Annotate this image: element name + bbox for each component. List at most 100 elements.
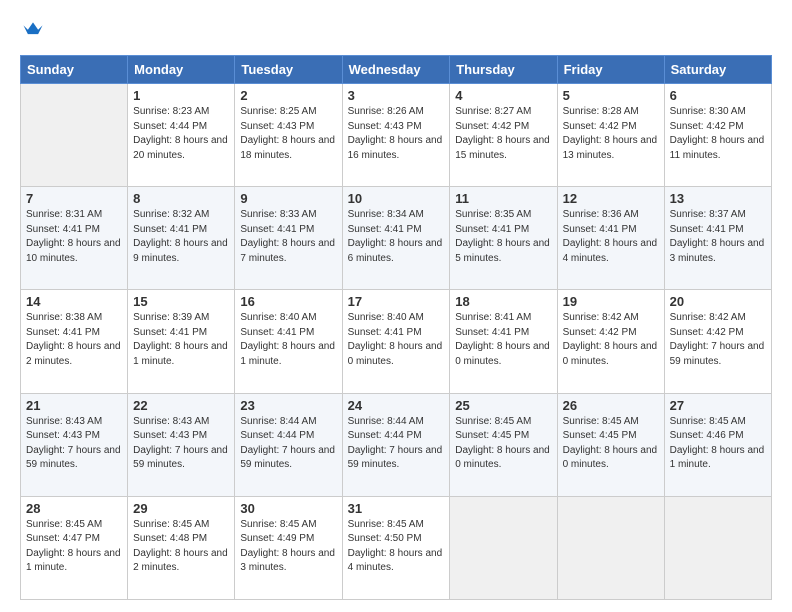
- day-number: 24: [348, 398, 445, 413]
- day-info: Sunrise: 8:23 AMSunset: 4:44 PMDaylight:…: [133, 105, 229, 163]
- calendar-cell: 5 Sunrise: 8:28 AMSunset: 4:42 PMDaylight…: [557, 84, 664, 187]
- calendar-cell: 28 Sunrise: 8:45 AMSunset: 4:47 PMDayligh…: [21, 496, 128, 599]
- day-info: Sunrise: 8:36 AMSunset: 4:41 PMDaylight:…: [563, 208, 659, 266]
- day-info: Sunrise: 8:45 AMSunset: 4:47 PMDaylight:…: [26, 518, 122, 576]
- calendar-cell: [21, 84, 128, 187]
- calendar-cell: 10 Sunrise: 8:34 AMSunset: 4:41 PMDayligh…: [342, 187, 450, 290]
- day-number: 23: [240, 398, 336, 413]
- calendar-cell: 21 Sunrise: 8:43 AMSunset: 4:43 PMDayligh…: [21, 393, 128, 496]
- day-info: Sunrise: 8:45 AMSunset: 4:50 PMDaylight:…: [348, 518, 445, 576]
- day-info: Sunrise: 8:42 AMSunset: 4:42 PMDaylight:…: [563, 311, 659, 369]
- calendar-cell: [557, 496, 664, 599]
- day-info: Sunrise: 8:45 AMSunset: 4:45 PMDaylight:…: [455, 415, 551, 473]
- calendar-cell: 27 Sunrise: 8:45 AMSunset: 4:46 PMDayligh…: [664, 393, 771, 496]
- day-number: 10: [348, 191, 445, 206]
- day-number: 9: [240, 191, 336, 206]
- calendar-cell: 18 Sunrise: 8:41 AMSunset: 4:41 PMDayligh…: [450, 290, 557, 393]
- calendar-cell: 9Sunrise: 8:33 AMSunset: 4:41 PMDaylight…: [235, 187, 342, 290]
- calendar-cell: 11 Sunrise: 8:35 AMSunset: 4:41 PMDayligh…: [450, 187, 557, 290]
- day-info: Sunrise: 8:27 AMSunset: 4:42 PMDaylight:…: [455, 105, 551, 163]
- day-of-week-header: Tuesday: [235, 56, 342, 84]
- calendar-week-row: 21 Sunrise: 8:43 AMSunset: 4:43 PMDayligh…: [21, 393, 772, 496]
- day-number: 14: [26, 294, 122, 309]
- day-of-week-header: Sunday: [21, 56, 128, 84]
- calendar-cell: 30 Sunrise: 8:45 AMSunset: 4:49 PMDayligh…: [235, 496, 342, 599]
- day-info: Sunrise: 8:32 AMSunset: 4:41 PMDaylight:…: [133, 208, 229, 266]
- day-of-week-header: Friday: [557, 56, 664, 84]
- day-number: 21: [26, 398, 122, 413]
- day-info: Sunrise: 8:28 AMSunset: 4:42 PMDaylight:…: [563, 105, 659, 163]
- day-number: 18: [455, 294, 551, 309]
- header: [20, 18, 772, 45]
- calendar-cell: 13Sunrise: 8:37 AMSunset: 4:41 PMDayligh…: [664, 187, 771, 290]
- calendar-cell: 16 Sunrise: 8:40 AMSunset: 4:41 PMDayligh…: [235, 290, 342, 393]
- day-number: 25: [455, 398, 551, 413]
- day-info: Sunrise: 8:42 AMSunset: 4:42 PMDaylight:…: [670, 311, 766, 369]
- calendar-cell: 4 Sunrise: 8:27 AMSunset: 4:42 PMDaylight…: [450, 84, 557, 187]
- calendar-cell: 12 Sunrise: 8:36 AMSunset: 4:41 PMDayligh…: [557, 187, 664, 290]
- day-info: Sunrise: 8:45 AMSunset: 4:46 PMDaylight:…: [670, 415, 766, 473]
- day-info: Sunrise: 8:45 AMSunset: 4:49 PMDaylight:…: [240, 518, 336, 576]
- calendar-cell: 26 Sunrise: 8:45 AMSunset: 4:45 PMDayligh…: [557, 393, 664, 496]
- day-of-week-header: Thursday: [450, 56, 557, 84]
- calendar-cell: 2 Sunrise: 8:25 AMSunset: 4:43 PMDaylight…: [235, 84, 342, 187]
- calendar-cell: 8 Sunrise: 8:32 AMSunset: 4:41 PMDaylight…: [128, 187, 235, 290]
- day-info: Sunrise: 8:44 AMSunset: 4:44 PMDaylight:…: [240, 415, 336, 473]
- day-number: 12: [563, 191, 659, 206]
- day-number: 8: [133, 191, 229, 206]
- day-info: Sunrise: 8:35 AMSunset: 4:41 PMDaylight:…: [455, 208, 551, 266]
- day-of-week-header: Saturday: [664, 56, 771, 84]
- day-number: 20: [670, 294, 766, 309]
- day-number: 11: [455, 191, 551, 206]
- day-number: 28: [26, 501, 122, 516]
- day-number: 17: [348, 294, 445, 309]
- day-number: 16: [240, 294, 336, 309]
- day-info: Sunrise: 8:40 AMSunset: 4:41 PMDaylight:…: [348, 311, 445, 369]
- calendar-cell: 14Sunrise: 8:38 AMSunset: 4:41 PMDayligh…: [21, 290, 128, 393]
- day-info: Sunrise: 8:40 AMSunset: 4:41 PMDaylight:…: [240, 311, 336, 369]
- calendar-cell: 3 Sunrise: 8:26 AMSunset: 4:43 PMDaylight…: [342, 84, 450, 187]
- day-info: Sunrise: 8:26 AMSunset: 4:43 PMDaylight:…: [348, 105, 445, 163]
- calendar-page: SundayMondayTuesdayWednesdayThursdayFrid…: [0, 0, 792, 612]
- day-info: Sunrise: 8:43 AMSunset: 4:43 PMDaylight:…: [26, 415, 122, 473]
- day-number: 13: [670, 191, 766, 206]
- day-info: Sunrise: 8:45 AMSunset: 4:48 PMDaylight:…: [133, 518, 229, 576]
- calendar-week-row: 1Sunrise: 8:23 AMSunset: 4:44 PMDaylight…: [21, 84, 772, 187]
- calendar-table: SundayMondayTuesdayWednesdayThursdayFrid…: [20, 55, 772, 600]
- calendar-cell: [450, 496, 557, 599]
- day-info: Sunrise: 8:44 AMSunset: 4:44 PMDaylight:…: [348, 415, 445, 473]
- calendar-week-row: 14Sunrise: 8:38 AMSunset: 4:41 PMDayligh…: [21, 290, 772, 393]
- calendar-cell: 15Sunrise: 8:39 AMSunset: 4:41 PMDayligh…: [128, 290, 235, 393]
- calendar-cell: 6Sunrise: 8:30 AMSunset: 4:42 PMDaylight…: [664, 84, 771, 187]
- day-number: 3: [348, 88, 445, 103]
- day-info: Sunrise: 8:45 AMSunset: 4:45 PMDaylight:…: [563, 415, 659, 473]
- calendar-cell: [664, 496, 771, 599]
- calendar-header-row: SundayMondayTuesdayWednesdayThursdayFrid…: [21, 56, 772, 84]
- day-number: 2: [240, 88, 336, 103]
- day-of-week-header: Wednesday: [342, 56, 450, 84]
- day-info: Sunrise: 8:25 AMSunset: 4:43 PMDaylight:…: [240, 105, 336, 163]
- day-number: 26: [563, 398, 659, 413]
- day-info: Sunrise: 8:34 AMSunset: 4:41 PMDaylight:…: [348, 208, 445, 266]
- day-info: Sunrise: 8:31 AMSunset: 4:41 PMDaylight:…: [26, 208, 122, 266]
- day-number: 4: [455, 88, 551, 103]
- calendar-cell: 7Sunrise: 8:31 AMSunset: 4:41 PMDaylight…: [21, 187, 128, 290]
- day-info: Sunrise: 8:41 AMSunset: 4:41 PMDaylight:…: [455, 311, 551, 369]
- day-info: Sunrise: 8:39 AMSunset: 4:41 PMDaylight:…: [133, 311, 229, 369]
- calendar-cell: 19 Sunrise: 8:42 AMSunset: 4:42 PMDayligh…: [557, 290, 664, 393]
- logo: [20, 18, 46, 45]
- day-number: 19: [563, 294, 659, 309]
- calendar-week-row: 7Sunrise: 8:31 AMSunset: 4:41 PMDaylight…: [21, 187, 772, 290]
- day-info: Sunrise: 8:43 AMSunset: 4:43 PMDaylight:…: [133, 415, 229, 473]
- calendar-cell: 23 Sunrise: 8:44 AMSunset: 4:44 PMDayligh…: [235, 393, 342, 496]
- calendar-cell: 20 Sunrise: 8:42 AMSunset: 4:42 PMDayligh…: [664, 290, 771, 393]
- calendar-cell: 24 Sunrise: 8:44 AMSunset: 4:44 PMDayligh…: [342, 393, 450, 496]
- day-number: 5: [563, 88, 659, 103]
- day-number: 27: [670, 398, 766, 413]
- calendar-cell: 25 Sunrise: 8:45 AMSunset: 4:45 PMDayligh…: [450, 393, 557, 496]
- day-number: 30: [240, 501, 336, 516]
- calendar-cell: 31Sunrise: 8:45 AMSunset: 4:50 PMDayligh…: [342, 496, 450, 599]
- day-number: 6: [670, 88, 766, 103]
- day-number: 29: [133, 501, 229, 516]
- logo-icon: [22, 18, 44, 40]
